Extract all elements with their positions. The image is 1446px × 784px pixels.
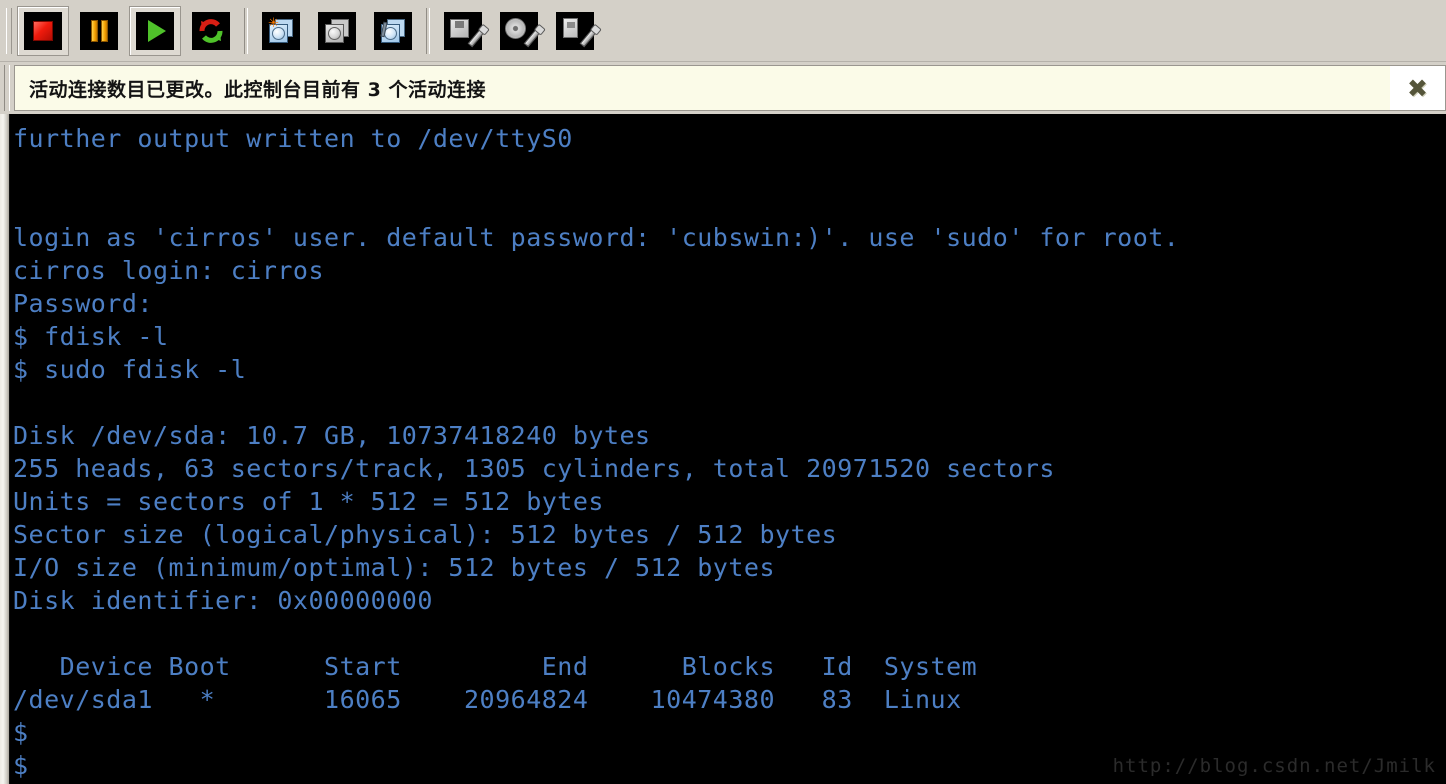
terminal-line: 255 heads, 63 sectors/track, 1305 cylind… — [13, 454, 1055, 483]
terminal-line: Sector size (logical/physical): 512 byte… — [13, 520, 838, 549]
screenshot-button[interactable] — [311, 6, 363, 56]
play-icon — [136, 11, 174, 50]
notification-message: 活动连接数目已更改。此控制台目前有 3 个活动连接 — [29, 78, 486, 101]
toolbar-separator-1 — [244, 7, 248, 54]
notification-close-button[interactable]: ✖ — [1390, 65, 1446, 111]
cd-wrench-icon — [500, 11, 543, 50]
terminal-line: further output written to /dev/ttyS0 — [13, 124, 573, 153]
terminal-line: Disk identifier: 0x00000000 — [13, 586, 433, 615]
notification-message-area: 活动连接数目已更改。此控制台目前有 3 个活动连接 — [14, 65, 1390, 111]
watermark: http://blog.csdn.net/Jmilk — [1112, 755, 1436, 777]
notification-bar: 活动连接数目已更改。此控制台目前有 3 个活动连接 ✖ — [0, 62, 1446, 114]
terminal-line: login as 'cirros' user. default password… — [13, 223, 1180, 252]
refresh-icon — [192, 11, 230, 50]
reset-button[interactable] — [185, 6, 237, 56]
new-console-button[interactable]: ✳ — [255, 6, 307, 56]
close-icon[interactable]: ✖ — [1407, 76, 1428, 101]
run-button[interactable] — [129, 5, 181, 56]
usb-wrench-icon — [556, 11, 599, 50]
toolbar: ✳ — [0, 0, 1446, 62]
terminal-output[interactable]: further output written to /dev/ttyS0 log… — [10, 114, 1446, 784]
terminal-scrollbar[interactable] — [0, 114, 10, 784]
console-new-icon: ✳ — [262, 11, 300, 50]
console-settings-icon — [374, 11, 412, 50]
terminal-line: $ sudo fdisk -l — [13, 355, 247, 384]
floppy-wrench-icon — [444, 11, 487, 50]
terminal-line: /dev/sda1 * 16065 20964824 10474380 83 L… — [13, 685, 962, 714]
floppy-settings-button[interactable] — [437, 6, 489, 56]
terminal-line: Disk /dev/sda: 10.7 GB, 10737418240 byte… — [13, 421, 651, 450]
refresh-icon-svg — [199, 18, 223, 43]
usb-settings-button[interactable] — [549, 6, 601, 56]
console-terminal-area[interactable]: further output written to /dev/ttyS0 log… — [0, 114, 1446, 784]
pause-button[interactable] — [73, 6, 125, 56]
notification-gutter — [0, 65, 14, 111]
pause-icon — [80, 11, 118, 50]
terminal-line: $ — [13, 718, 29, 747]
stop-button[interactable] — [17, 5, 69, 56]
toolbar-grip[interactable] — [6, 7, 12, 54]
terminal-line: $ fdisk -l — [13, 322, 169, 351]
console-settings-button[interactable] — [367, 6, 419, 56]
toolbar-separator-2 — [426, 7, 430, 54]
virt-manager-console-window: ✳ 活动连接数目已更改。此控制台目前有 3 个活动连接 ✖ further ou… — [0, 0, 1446, 784]
cd-settings-button[interactable] — [493, 6, 545, 56]
stop-icon — [24, 11, 62, 50]
console-capture-icon — [318, 11, 356, 50]
terminal-line: Device Boot Start End Blocks Id System — [13, 652, 978, 681]
terminal-line: I/O size (minimum/optimal): 512 bytes / … — [13, 553, 776, 582]
terminal-line: cirros login: cirros — [13, 256, 325, 285]
terminal-line: Password: — [13, 289, 153, 318]
terminal-line: Units = sectors of 1 * 512 = 512 bytes — [13, 487, 604, 516]
